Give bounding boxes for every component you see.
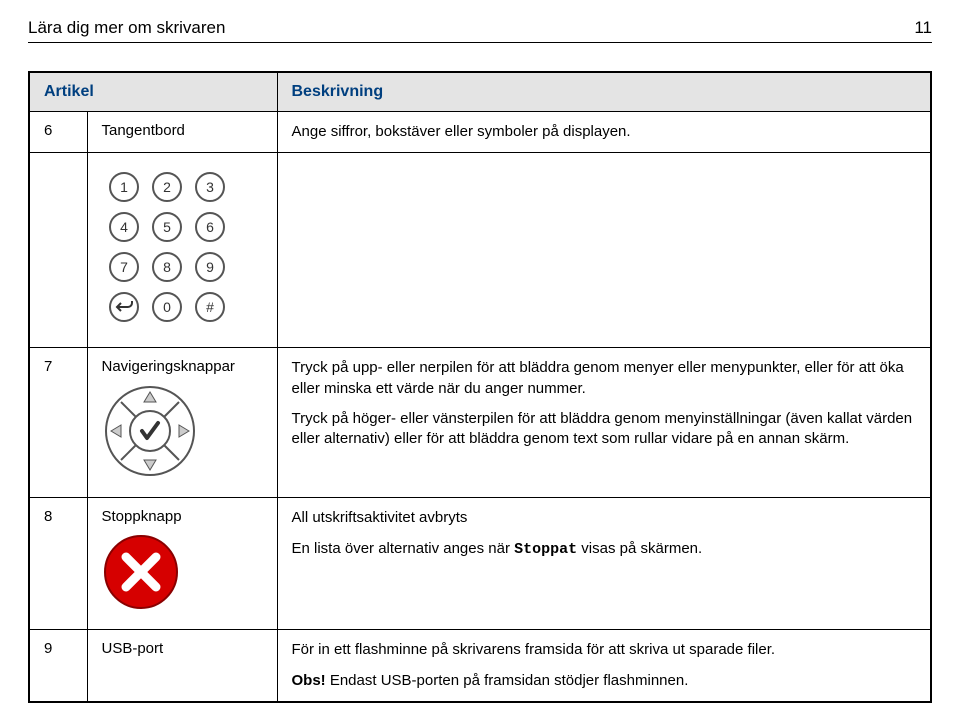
row6-keypad-numcell — [29, 153, 87, 348]
key-0: 0 — [163, 299, 171, 315]
col-header-beskrivning: Beskrivning — [277, 72, 931, 112]
key-5: 5 — [163, 219, 171, 235]
table-header-row: Artikel Beskrivning — [29, 72, 931, 112]
row9-label: USB-port — [87, 630, 277, 702]
page-number: 11 — [914, 18, 932, 38]
row7-p1: Tryck på upp- eller nerpilen för att blä… — [292, 358, 917, 399]
row8-p2mono: Stoppat — [514, 541, 577, 558]
row6-desc-text: Ange siffror, bokstäver eller symboler p… — [292, 122, 917, 142]
row7-num: 7 — [29, 348, 87, 498]
row8-label-cell: Stoppknapp — [87, 498, 277, 630]
row7-label-cell: Navigeringsknappar — [87, 348, 277, 498]
row9-p1: För in ett flashminne på skrivarens fram… — [292, 640, 917, 660]
header-title: Lära dig mer om skrivaren — [28, 18, 225, 38]
key-6: 6 — [206, 219, 214, 235]
row9-num: 9 — [29, 630, 87, 702]
table-row: 8 Stoppknapp All utskriftsaktivitet avbr… — [29, 498, 931, 630]
row8-num: 8 — [29, 498, 87, 630]
row9-desc: För in ett flashminne på skrivarens fram… — [277, 630, 931, 702]
key-7: 7 — [120, 259, 128, 275]
row9-p2: Obs! Endast USB-porten på framsidan stöd… — [292, 671, 917, 691]
key-hash: # — [206, 299, 214, 315]
row7-p2: Tryck på höger- eller vänsterpilen för a… — [292, 409, 917, 450]
description-table: Artikel Beskrivning 6 Tangentbord Ange s… — [28, 71, 932, 703]
row6-desc: Ange siffror, bokstäver eller symboler p… — [277, 112, 931, 153]
col-header-artikel: Artikel — [29, 72, 277, 112]
row6-label: Tangentbord — [87, 112, 277, 153]
row6-keypad-cell: 1 2 3 4 5 6 7 8 9 — [87, 153, 277, 348]
key-9: 9 — [206, 259, 214, 275]
row9-p2b: Endast USB-porten på framsidan stödjer f… — [326, 672, 689, 689]
page-header: Lära dig mer om skrivaren 11 — [28, 18, 932, 43]
row6-keypad-desc-empty — [277, 153, 931, 348]
key-4: 4 — [120, 219, 128, 235]
stop-button-icon — [102, 533, 180, 611]
table-row: 7 Navigeringsknappar — [29, 348, 931, 498]
key-2: 2 — [163, 179, 171, 195]
table-row: 9 USB-port För in ett flashminne på skri… — [29, 630, 931, 702]
table-row: 6 Tangentbord Ange siffror, bokstäver el… — [29, 112, 931, 153]
row8-p1: All utskriftsaktivitet avbryts — [292, 508, 917, 528]
row7-desc: Tryck på upp- eller nerpilen för att blä… — [277, 348, 931, 498]
row9-p2a: Obs! — [292, 672, 326, 689]
key-1: 1 — [120, 179, 128, 195]
key-8: 8 — [163, 259, 171, 275]
row7-label: Navigeringsknappar — [102, 358, 235, 375]
table-row: 1 2 3 4 5 6 7 8 9 — [29, 153, 931, 348]
row8-label: Stoppknapp — [102, 508, 182, 525]
keypad-icon: 1 2 3 4 5 6 7 8 9 — [102, 169, 232, 329]
key-3: 3 — [206, 179, 214, 195]
row6-num: 6 — [29, 112, 87, 153]
row8-p2: En lista över alternativ anges när Stopp… — [292, 539, 917, 560]
row8-p2b: visas på skärmen. — [577, 540, 702, 557]
row8-p2a: En lista över alternativ anges när — [292, 540, 515, 557]
row8-desc: All utskriftsaktivitet avbryts En lista … — [277, 498, 931, 630]
navigation-dpad-icon — [102, 383, 198, 479]
